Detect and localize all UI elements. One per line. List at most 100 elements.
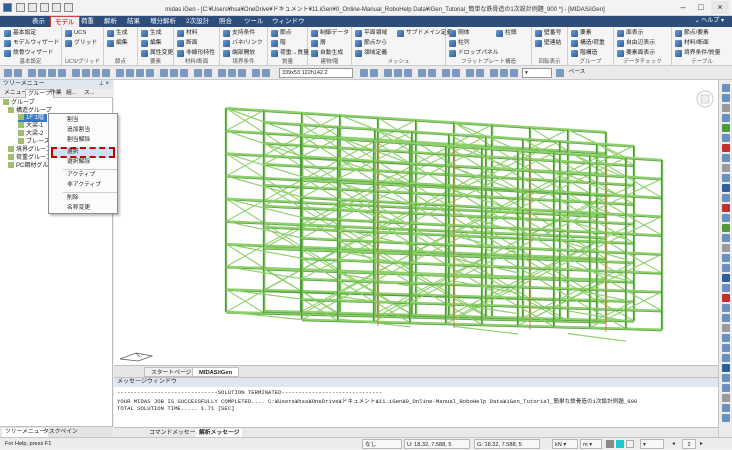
prev-page-icon[interactable]: ◂ bbox=[670, 439, 677, 449]
node-mass-button[interactable]: 節点 bbox=[271, 29, 292, 38]
view-tool-icon[interactable] bbox=[722, 114, 730, 122]
view-tool-icon[interactable] bbox=[722, 214, 730, 222]
from-nodes-button[interactable]: 節点から bbox=[355, 39, 387, 48]
view-tool-icon[interactable] bbox=[722, 184, 730, 192]
hidden-icon[interactable] bbox=[160, 69, 168, 77]
menu-view[interactable]: 表示 bbox=[28, 16, 49, 27]
pan-icon[interactable] bbox=[102, 69, 110, 77]
menu-window[interactable]: ウィンドウ bbox=[268, 16, 309, 27]
model-wizard-button[interactable]: モデルウィザード bbox=[4, 39, 59, 48]
menu-model[interactable]: モデル bbox=[50, 16, 80, 27]
render-icon[interactable] bbox=[180, 69, 188, 77]
dxf-icon[interactable] bbox=[466, 69, 474, 77]
maximize-button[interactable]: □ bbox=[692, 1, 710, 14]
node-create-button[interactable]: 生成 bbox=[107, 29, 128, 38]
save-icon[interactable] bbox=[40, 3, 49, 12]
minimize-button[interactable]: – bbox=[674, 1, 692, 14]
view-tool-icon[interactable] bbox=[722, 244, 730, 252]
tab-start-page[interactable]: スタートページ bbox=[144, 367, 199, 377]
menu-results[interactable]: 結果 bbox=[123, 16, 144, 27]
redo-icon[interactable] bbox=[64, 3, 73, 12]
inactivate-icon[interactable] bbox=[228, 69, 236, 77]
view-tool-icon[interactable] bbox=[722, 364, 730, 372]
story-icon[interactable] bbox=[556, 69, 564, 77]
view-tool-icon[interactable] bbox=[722, 154, 730, 162]
menu-load[interactable]: 荷重 bbox=[77, 16, 98, 27]
subdomain-define-button[interactable]: サブドメイン定義 bbox=[397, 29, 452, 38]
view-tool-icon[interactable] bbox=[722, 314, 730, 322]
view-tool-icon[interactable] bbox=[722, 344, 730, 352]
view-tool-icon[interactable] bbox=[722, 174, 730, 182]
wall-number-button[interactable]: 壁番号 bbox=[535, 29, 561, 38]
menu-item-inactivate[interactable]: 非アクティブ bbox=[49, 181, 119, 190]
deselect-icon[interactable] bbox=[58, 69, 66, 77]
grid-button[interactable]: グリッド bbox=[65, 39, 97, 48]
element-edit-button[interactable]: 編集 bbox=[141, 39, 162, 48]
view-tool-icon[interactable] bbox=[722, 404, 730, 412]
pin-icon[interactable]: ⊥ × bbox=[99, 80, 109, 89]
dropdown[interactable]: ▾ bbox=[640, 439, 664, 449]
element-number-icon[interactable] bbox=[204, 69, 212, 77]
view-tool-icon[interactable] bbox=[722, 374, 730, 382]
print-icon[interactable] bbox=[476, 69, 484, 77]
color-swatch-gray[interactable] bbox=[606, 440, 614, 448]
view-tool-icon[interactable] bbox=[722, 324, 730, 332]
top-view-icon[interactable] bbox=[126, 69, 134, 77]
redo-icon[interactable] bbox=[14, 69, 22, 77]
color-icon[interactable] bbox=[490, 69, 498, 77]
view-tool-icon[interactable] bbox=[722, 354, 730, 362]
view-tool-icon[interactable] bbox=[722, 304, 730, 312]
length-unit-select[interactable]: m ▾ bbox=[580, 439, 602, 449]
view-tool-icon[interactable] bbox=[722, 204, 730, 212]
control-data-button[interactable]: 制御データ bbox=[311, 29, 349, 38]
display-option-icon[interactable] bbox=[452, 69, 460, 77]
view-tool-icon[interactable] bbox=[722, 164, 730, 172]
view-tool-icon[interactable] bbox=[722, 384, 730, 392]
menu-item-unassign[interactable]: 割当解除 bbox=[49, 136, 119, 145]
tree-node-brace[interactable]: ブレース bbox=[18, 138, 50, 146]
zoom-out-icon[interactable] bbox=[82, 69, 90, 77]
polygon-select-icon[interactable] bbox=[48, 69, 56, 77]
node-element-table-button[interactable]: 節点/要素 bbox=[675, 29, 709, 38]
label-icon[interactable] bbox=[500, 69, 508, 77]
view-tool-icon[interactable] bbox=[722, 284, 730, 292]
view-cube-icon[interactable] bbox=[696, 86, 714, 112]
element-create-button[interactable]: 生成 bbox=[141, 29, 162, 38]
view-tool-icon[interactable] bbox=[722, 134, 730, 142]
menu-item-assign[interactable]: 割当 bbox=[49, 116, 119, 125]
tree-node-group[interactable]: グループ bbox=[3, 99, 35, 107]
ucs-button[interactable]: UCS bbox=[65, 29, 86, 38]
help-menu[interactable]: ⌄ ヘルプ ▾ bbox=[695, 17, 724, 26]
rigid-button[interactable]: 剛体 bbox=[449, 29, 470, 38]
open-file-icon[interactable] bbox=[28, 3, 37, 12]
section-view-icon[interactable] bbox=[418, 69, 426, 77]
section-button[interactable]: 断面 bbox=[177, 39, 198, 48]
force-unit-select[interactable]: kN ▾ bbox=[552, 439, 578, 449]
view-tool-icon[interactable] bbox=[722, 294, 730, 302]
window-select-icon[interactable] bbox=[38, 69, 46, 77]
tree-node-beam-1[interactable]: 大梁-1 bbox=[18, 122, 43, 130]
menu-item-deselect[interactable]: 選択解除 bbox=[49, 158, 119, 167]
zoom-in-icon[interactable] bbox=[72, 69, 80, 77]
view-tool-icon[interactable] bbox=[722, 394, 730, 402]
node-edit-button[interactable]: 編集 bbox=[107, 39, 128, 48]
shrink-icon[interactable] bbox=[170, 69, 178, 77]
view-tool-icon[interactable] bbox=[722, 274, 730, 282]
menu-pushover[interactable]: 増分解析 bbox=[146, 16, 180, 27]
view-tool-icon[interactable] bbox=[722, 194, 730, 202]
side-view-icon[interactable] bbox=[146, 69, 154, 77]
view-tool-icon[interactable] bbox=[722, 334, 730, 342]
tab-task-pane[interactable]: タスクペイン bbox=[40, 428, 81, 437]
page-number[interactable]: 2 bbox=[682, 439, 696, 449]
plane-xy-icon[interactable] bbox=[384, 69, 392, 77]
story-select-icon[interactable] bbox=[510, 69, 518, 77]
iso-view-icon[interactable] bbox=[116, 69, 124, 77]
floor-mass-button[interactable]: 階 bbox=[271, 39, 286, 48]
plane-area-button[interactable]: 平面領域 bbox=[355, 29, 387, 38]
zoom-fit-icon[interactable] bbox=[92, 69, 100, 77]
menu-item-activate[interactable]: アクティブ bbox=[49, 171, 119, 180]
menu-item-rename[interactable]: 名称変更 bbox=[49, 204, 119, 213]
menu-analysis[interactable]: 解析 bbox=[100, 16, 121, 27]
menu-item-select[interactable]: 選択 bbox=[49, 148, 119, 157]
grid-snap-icon[interactable] bbox=[252, 69, 260, 77]
